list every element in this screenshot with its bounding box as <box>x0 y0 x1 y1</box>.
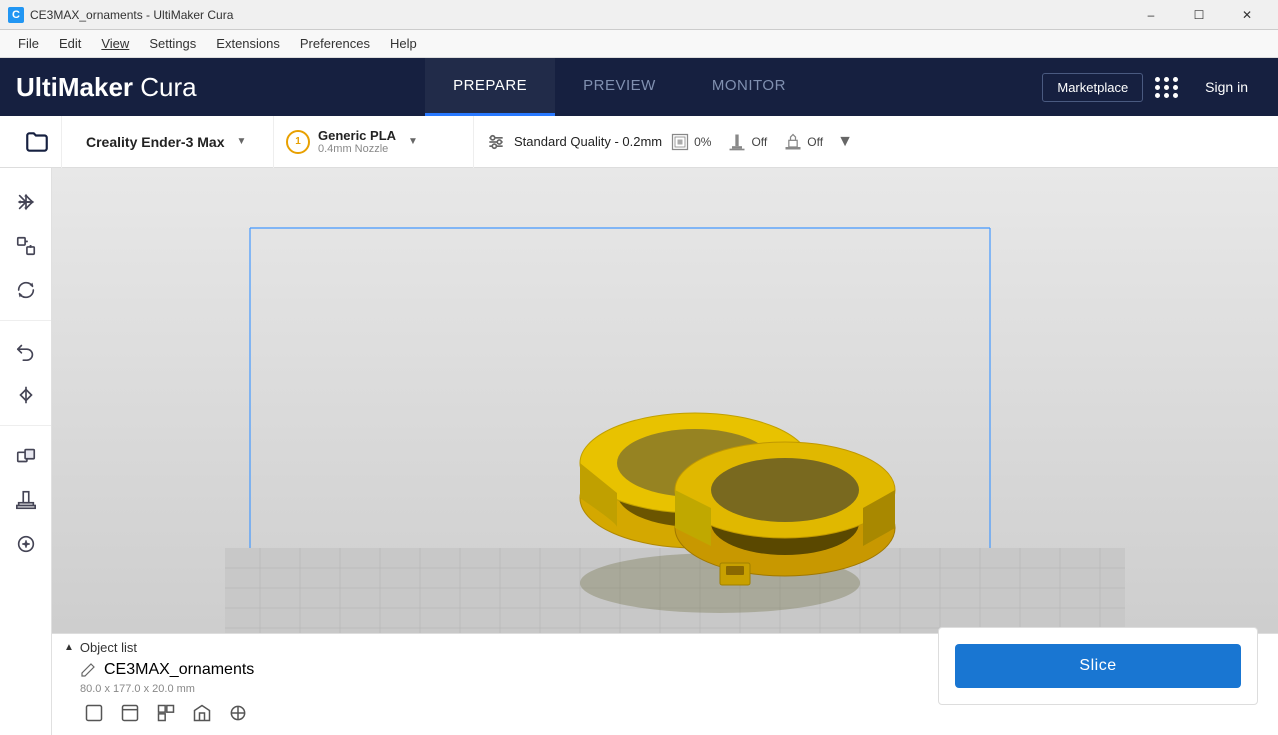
obj-tool-2[interactable] <box>116 699 144 727</box>
infill-value: 0% <box>694 135 711 149</box>
material-sub: 0.4mm Nozzle <box>318 143 396 155</box>
apps-dot <box>1164 93 1169 98</box>
signin-button[interactable]: Sign in <box>1191 73 1262 101</box>
obj-tool-1[interactable] <box>80 699 108 727</box>
viewport[interactable]: UltiMaker ▲ Object list CE3MAX_ornaments… <box>52 168 1278 735</box>
marketplace-button[interactable]: Marketplace <box>1042 73 1143 102</box>
printer-selector[interactable]: Creality Ender-3 Max ▼ <box>74 116 274 168</box>
menu-help[interactable]: Help <box>380 32 427 55</box>
titlebar-title: CE3MAX_ornaments - UltiMaker Cura <box>30 8 233 22</box>
close-button[interactable]: ✕ <box>1224 0 1270 30</box>
titlebar: C CE3MAX_ornaments - UltiMaker Cura – ☐ … <box>0 0 1278 30</box>
material-dropdown-arrow: ▼ <box>408 136 418 147</box>
material-selector[interactable]: 1 Generic PLA 0.4mm Nozzle ▼ <box>274 116 474 168</box>
apps-dot <box>1155 77 1160 82</box>
slice-panel: Slice <box>938 627 1258 705</box>
infill-icon <box>670 132 690 152</box>
sidebar <box>0 168 52 735</box>
menu-preferences[interactable]: Preferences <box>290 32 380 55</box>
apps-dot <box>1164 77 1169 82</box>
quality-label: Standard Quality - 0.2mm <box>514 134 662 149</box>
ornament-front <box>675 442 895 576</box>
main-area: UltiMaker ▲ Object list CE3MAX_ornaments… <box>0 168 1278 735</box>
logo-text: UltiMaker Cura <box>16 72 197 103</box>
menu-edit[interactable]: Edit <box>49 32 91 55</box>
quality-section[interactable]: Standard Quality - 0.2mm 0% Off <box>474 116 1266 168</box>
toolbar: Creality Ender-3 Max ▼ 1 Generic PLA 0.4… <box>0 116 1278 168</box>
apps-dot <box>1173 77 1178 82</box>
window-controls: – ☐ ✕ <box>1128 0 1270 30</box>
menu-view[interactable]: View <box>91 32 139 55</box>
move-tool[interactable] <box>8 184 44 220</box>
printer-name: Creality Ender-3 Max <box>86 134 225 150</box>
logo: UltiMaker Cura <box>16 72 197 103</box>
obj-tool-4[interactable] <box>188 699 216 727</box>
titlebar-left: C CE3MAX_ornaments - UltiMaker Cura <box>8 7 233 23</box>
tab-monitor[interactable]: MONITOR <box>684 58 814 116</box>
adhesion-icon <box>783 132 803 152</box>
sidebar-divider <box>0 320 51 321</box>
nozzle-badge: 1 <box>286 130 310 154</box>
minimize-button[interactable]: – <box>1128 0 1174 30</box>
scale-tool[interactable] <box>8 228 44 264</box>
apps-dot <box>1155 85 1160 90</box>
adhesion-value: Off <box>807 135 823 149</box>
slice-button[interactable]: Slice <box>955 644 1241 688</box>
menu-extensions[interactable]: Extensions <box>206 32 290 55</box>
obj-tool-3[interactable] <box>152 699 180 727</box>
support-icon <box>727 132 747 152</box>
restore-button[interactable]: ☐ <box>1176 0 1222 30</box>
app-icon: C <box>8 7 24 23</box>
menu-settings[interactable]: Settings <box>139 32 206 55</box>
header-right: Marketplace Sign in <box>1042 73 1262 102</box>
rotate-tool[interactable] <box>8 272 44 308</box>
apps-dot <box>1155 93 1160 98</box>
support-control[interactable]: Off <box>727 132 767 152</box>
object-list-label: Object list <box>80 640 137 655</box>
settings-icon <box>486 132 506 152</box>
nav-tabs: PREPARE PREVIEW MONITOR <box>425 58 814 116</box>
tab-preview[interactable]: PREVIEW <box>555 58 684 116</box>
edit-icon <box>80 662 96 678</box>
permodel-tool[interactable] <box>8 438 44 474</box>
tab-prepare[interactable]: PREPARE <box>425 58 555 116</box>
apps-dot <box>1164 85 1169 90</box>
menu-file[interactable]: File <box>8 32 49 55</box>
apps-grid-button[interactable] <box>1151 73 1183 102</box>
sidebar-divider2 <box>0 425 51 426</box>
support-tool[interactable] <box>8 482 44 518</box>
apps-dot <box>1173 93 1178 98</box>
material-info: Generic PLA 0.4mm Nozzle <box>318 128 396 155</box>
collapse-icon: ▲ <box>64 642 74 653</box>
custom-tool[interactable] <box>8 526 44 562</box>
undo-tool[interactable] <box>8 333 44 369</box>
obj-tool-5[interactable] <box>224 699 252 727</box>
expand-settings-button[interactable]: ▼ <box>831 128 859 156</box>
open-folder-button[interactable] <box>12 116 62 168</box>
infill-control[interactable]: 0% <box>670 132 711 152</box>
mirror-tool[interactable] <box>8 377 44 413</box>
menubar: File Edit View Settings Extensions Prefe… <box>0 30 1278 58</box>
apps-dot <box>1173 85 1178 90</box>
material-name: Generic PLA <box>318 128 396 143</box>
quality-icons: 0% Off Off <box>670 132 823 152</box>
adhesion-control[interactable]: Off <box>783 132 823 152</box>
header: UltiMaker Cura PREPARE PREVIEW MONITOR M… <box>0 58 1278 116</box>
printer-dropdown-arrow: ▼ <box>237 136 247 147</box>
support-value: Off <box>751 135 767 149</box>
object-name-label: CE3MAX_ornaments <box>104 661 254 679</box>
